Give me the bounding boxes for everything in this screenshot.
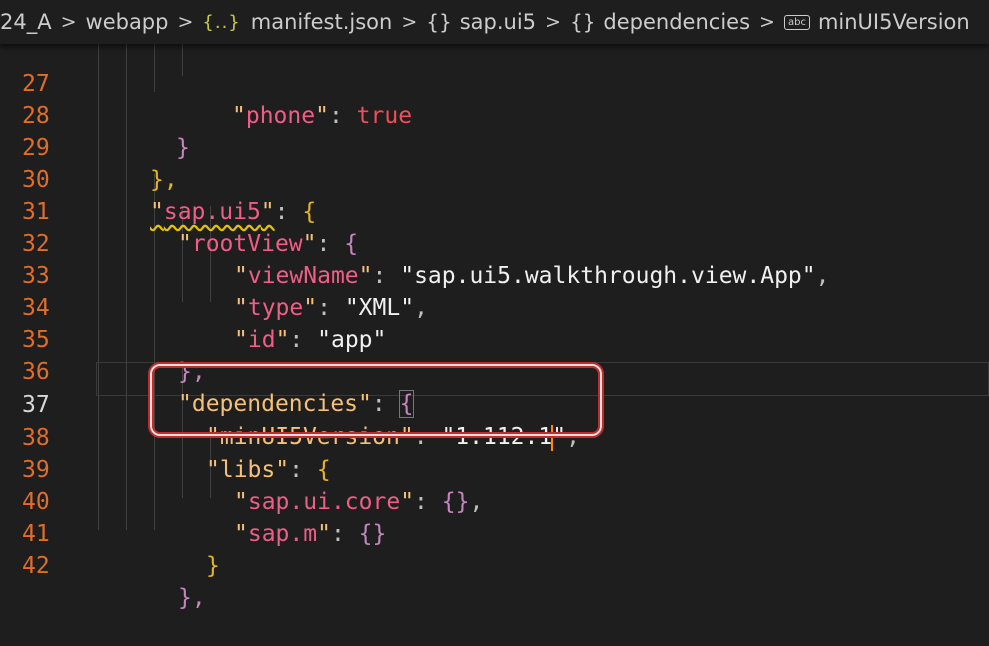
code-line[interactable]: 40 "sap.m": {} xyxy=(0,454,989,547)
breadcrumb-label: sap.ui5 xyxy=(459,10,537,34)
breadcrumb-label: minUI5Version xyxy=(817,10,970,34)
breadcrumb-label: webapp xyxy=(85,10,169,34)
code-line[interactable]: 41 } xyxy=(0,486,989,579)
breadcrumb-label: dependencies xyxy=(603,10,751,34)
json-brace: } xyxy=(206,553,220,579)
line-number: 42 xyxy=(22,553,50,579)
object-icon: {} xyxy=(426,10,452,34)
code-line[interactable]: 30 "sap.ui5": { xyxy=(0,132,989,225)
code-editor[interactable]: 27 "phone": true 28 } 29 }, 30 "sap.ui5"… xyxy=(0,44,989,611)
breadcrumb: 24_A > webapp > {..} manifest.json > {} sa… xyxy=(0,0,989,44)
code-line[interactable]: 32 "viewName": "sap.ui5.walkthrough.view… xyxy=(0,196,989,289)
breadcrumb-item-folder-24a[interactable]: 24_A xyxy=(0,10,52,34)
breadcrumb-item-manifest-json[interactable]: {..} manifest.json xyxy=(202,10,392,34)
chevron-right-icon: > xyxy=(401,11,418,33)
json-file-icon: {..} xyxy=(202,11,241,33)
code-line[interactable]: 33 "type": "XML", xyxy=(0,228,989,321)
chevron-right-icon: > xyxy=(545,11,561,33)
breadcrumb-item-webapp[interactable]: webapp xyxy=(86,10,169,34)
chevron-right-icon: > xyxy=(177,11,194,33)
code-line[interactable]: 28 } xyxy=(0,68,989,161)
code-line[interactable]: 29 }, xyxy=(0,100,989,193)
code-line[interactable]: 36 "dependencies": { xyxy=(0,324,989,418)
object-icon: {} xyxy=(569,10,596,34)
code-line[interactable]: 35 }, xyxy=(0,292,989,385)
string-property-icon: abc xyxy=(783,14,810,30)
code-line[interactable]: 42 }, xyxy=(0,518,989,611)
chevron-right-icon: > xyxy=(759,11,775,33)
json-brace: }, xyxy=(178,585,206,611)
code-line[interactable]: 34 "id": "app" xyxy=(0,260,989,353)
breadcrumb-item-dependencies[interactable]: {} dependencies xyxy=(570,10,750,34)
breadcrumb-item-sap-ui5[interactable]: {} sap.ui5 xyxy=(426,10,536,34)
code-line[interactable]: 31 "rootView": { xyxy=(0,164,989,257)
chevron-right-icon: > xyxy=(60,11,77,33)
annotation-highlight-box xyxy=(150,364,602,436)
breadcrumb-item-minui5version[interactable]: abc minUI5Version xyxy=(783,10,970,34)
breadcrumb-label: manifest.json xyxy=(250,10,393,34)
breadcrumb-label: 24_A xyxy=(0,10,52,34)
